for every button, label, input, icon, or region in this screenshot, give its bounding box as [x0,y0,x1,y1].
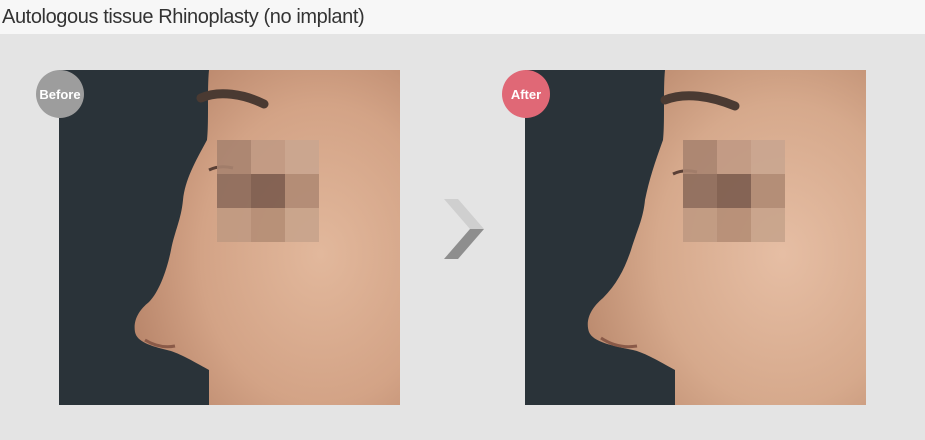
after-photo [525,70,866,405]
chevron-right-icon [440,193,486,263]
after-face-profile [525,70,866,405]
page-title: Autologous tissue Rhinoplasty (no implan… [2,6,365,28]
header-bar: Autologous tissue Rhinoplasty (no implan… [0,0,925,34]
before-badge: Before [36,70,84,118]
before-face-profile [59,70,400,405]
after-badge: After [502,70,550,118]
before-photo [59,70,400,405]
